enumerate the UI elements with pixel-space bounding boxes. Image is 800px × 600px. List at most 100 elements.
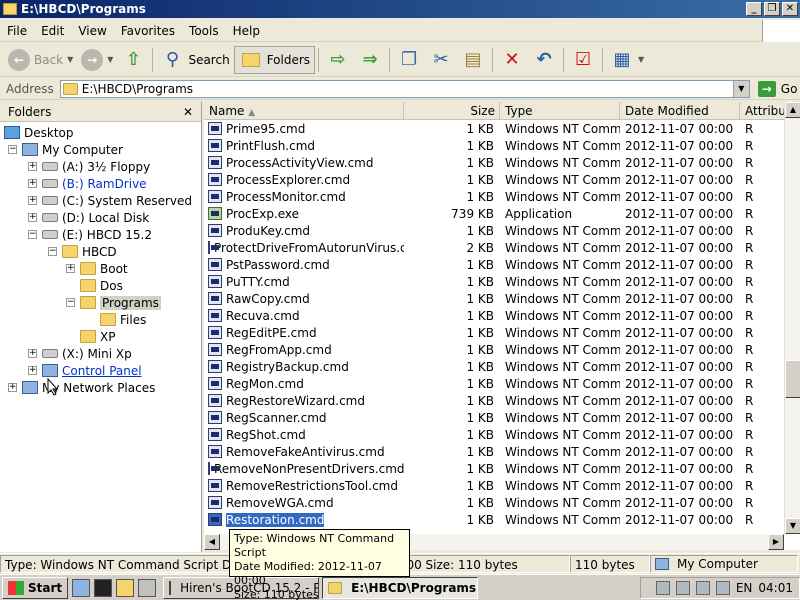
- column-header-name[interactable]: Name ▲: [204, 102, 404, 119]
- tree-node-control-panel[interactable]: + Control Panel: [28, 362, 142, 379]
- file-row[interactable]: ProcessMonitor.cmd 1 KB Windows NT Command…: [204, 188, 784, 205]
- folders-button[interactable]: Folders: [233, 45, 316, 74]
- tree-node-system-reserved[interactable]: + (C:) System Reserved: [28, 192, 192, 209]
- file-row[interactable]: ProcExp.exe 739 KB Application 2012-11-07 0…: [204, 205, 784, 222]
- file-row[interactable]: PrintFlush.cmd 1 KB Windows NT Command Scr…: [204, 137, 784, 154]
- file-row[interactable]: RegEditPE.cmd 1 KB Windows NT Command Scri…: [204, 324, 784, 341]
- start-button[interactable]: Start: [2, 576, 69, 599]
- move-to-button[interactable]: ⇨: [322, 46, 354, 74]
- up-folder-button[interactable]: ⇧: [117, 46, 149, 74]
- language-indicator[interactable]: EN: [736, 581, 753, 595]
- cut-button[interactable]: ✂: [425, 46, 457, 74]
- column-header-size[interactable]: Size: [404, 102, 500, 119]
- file-row[interactable]: RegistryBackup.cmd 1 KB Windows NT Command…: [204, 358, 784, 375]
- file-row[interactable]: RemoveRestrictionsTool.cmd 1 KB Windows NT…: [204, 477, 784, 494]
- expand-icon[interactable]: +: [28, 179, 37, 188]
- copy-to-button[interactable]: ⇒: [354, 46, 386, 74]
- properties-button[interactable]: ☑: [567, 46, 599, 74]
- close-pane-icon[interactable]: ✕: [183, 105, 193, 119]
- back-button[interactable]: ← Back ▼: [4, 46, 77, 74]
- file-row[interactable]: PstPassword.cmd 1 KB Windows NT Command Sc…: [204, 256, 784, 273]
- collapse-icon[interactable]: −: [28, 230, 37, 239]
- expand-icon[interactable]: +: [28, 213, 37, 222]
- vertical-scrollbar[interactable]: ▲ ▼: [784, 102, 800, 534]
- menu-tools[interactable]: Tools: [182, 24, 226, 38]
- collapse-icon[interactable]: −: [8, 145, 17, 154]
- file-row[interactable]: RemoveFakeAntivirus.cmd 1 KB Windows NT Co…: [204, 443, 784, 460]
- menu-file[interactable]: File: [0, 24, 34, 38]
- scroll-left-button[interactable]: ◀: [204, 534, 220, 550]
- expand-icon[interactable]: +: [28, 196, 37, 205]
- scroll-down-button[interactable]: ▼: [785, 518, 800, 534]
- maximize-button[interactable]: ❐: [764, 2, 780, 16]
- tree-node-my-computer[interactable]: − My Computer: [8, 141, 123, 158]
- file-row[interactable]: ProtectDriveFromAutorunVirus.cmd 2 KB Wind…: [204, 239, 784, 256]
- minimize-button[interactable]: _: [746, 2, 762, 16]
- file-row[interactable]: PuTTY.cmd 1 KB Windows NT Command Script 20…: [204, 273, 784, 290]
- close-button[interactable]: ✕: [782, 2, 798, 16]
- file-row[interactable]: RawCopy.cmd 1 KB Windows NT Command Script…: [204, 290, 784, 307]
- expand-icon[interactable]: +: [28, 349, 37, 358]
- tray-icon-4[interactable]: [715, 580, 730, 595]
- internet-explorer-icon[interactable]: [72, 578, 91, 597]
- file-row[interactable]: RemoveNonPresentDrivers.cmd 1 KB Windows N…: [204, 460, 784, 477]
- expand-icon[interactable]: +: [28, 366, 37, 375]
- tray-icon-3[interactable]: [695, 580, 710, 595]
- menu-view[interactable]: View: [71, 24, 113, 38]
- copy-button[interactable]: ❐: [393, 46, 425, 74]
- scroll-up-button[interactable]: ▲: [785, 102, 800, 118]
- collapse-icon[interactable]: −: [66, 298, 75, 307]
- paste-button[interactable]: ▤: [457, 46, 489, 74]
- delete-button[interactable]: ✕: [496, 46, 528, 74]
- explorer-icon[interactable]: [116, 578, 135, 597]
- tree-node-local-disk[interactable]: + (D:) Local Disk: [28, 209, 149, 226]
- views-button[interactable]: ▦ ▼: [606, 46, 648, 74]
- tree-node-ramdrive[interactable]: + (B:) RamDrive: [28, 175, 147, 192]
- search-button[interactable]: ⚲ Search: [156, 46, 233, 74]
- collapse-icon[interactable]: −: [48, 247, 57, 256]
- address-dropdown-button[interactable]: ▼: [732, 80, 749, 97]
- tree-node-xp[interactable]: XP: [66, 328, 115, 345]
- tree-node-programs[interactable]: − Programs: [66, 294, 161, 311]
- tree-node-desktop[interactable]: Desktop: [4, 124, 74, 141]
- file-row[interactable]: RegMon.cmd 1 KB Windows NT Command Script 2…: [204, 375, 784, 392]
- file-row[interactable]: Recuva.cmd 1 KB Windows NT Command Script 2…: [204, 307, 784, 324]
- file-row[interactable]: Restoration.cmd 1 KB Windows NT Command Sc…: [204, 511, 784, 528]
- tree-node-hbcd-drive[interactable]: − (E:) HBCD 15.2: [28, 226, 152, 243]
- scroll-thumb[interactable]: [785, 360, 800, 398]
- forward-button[interactable]: → ▼: [77, 46, 117, 74]
- address-field[interactable]: E:\HBCD\Programs ▼: [59, 79, 750, 98]
- tray-icon-2[interactable]: [675, 580, 690, 595]
- tree-node-floppy[interactable]: + (A:) 3½ Floppy: [28, 158, 150, 175]
- column-header-attributes[interactable]: Attributes: [740, 102, 784, 119]
- file-row[interactable]: ProcessExplorer.cmd 1 KB Windows NT Comman…: [204, 171, 784, 188]
- tree-node-files[interactable]: Files: [86, 311, 146, 328]
- scroll-right-button[interactable]: ▶: [768, 534, 784, 550]
- file-row[interactable]: ProduKey.cmd 1 KB Windows NT Command Scrip…: [204, 222, 784, 239]
- expand-icon[interactable]: +: [8, 383, 17, 392]
- column-header-type[interactable]: Type: [500, 102, 620, 119]
- tree-node-hbcd[interactable]: − HBCD: [48, 243, 117, 260]
- menu-help[interactable]: Help: [226, 24, 267, 38]
- file-row[interactable]: Prime95.cmd 1 KB Windows NT Command Script…: [204, 120, 784, 137]
- expand-icon[interactable]: +: [28, 162, 37, 171]
- menu-edit[interactable]: Edit: [34, 24, 71, 38]
- tree-node-dos[interactable]: Dos: [66, 277, 123, 294]
- file-row[interactable]: RegFromApp.cmd 1 KB Windows NT Command Scr…: [204, 341, 784, 358]
- tree-node-mini-xp[interactable]: + (X:) Mini Xp: [28, 345, 132, 362]
- desktop-show-icon[interactable]: [138, 578, 157, 597]
- tree-node-network-places[interactable]: + My Network Places: [8, 379, 155, 396]
- file-row[interactable]: RemoveWGA.cmd 1 KB Windows NT Command Scri…: [204, 494, 784, 511]
- go-button[interactable]: → Go: [757, 80, 797, 97]
- file-row[interactable]: ProcessActivityView.cmd 1 KB Windows NT Co…: [204, 154, 784, 171]
- address-value[interactable]: E:\HBCD\Programs: [82, 82, 733, 96]
- command-prompt-icon[interactable]: [94, 578, 113, 597]
- column-header-date[interactable]: Date Modified: [620, 102, 740, 119]
- tray-icon-1[interactable]: [655, 580, 670, 595]
- undo-button[interactable]: ↶: [528, 46, 560, 74]
- file-row[interactable]: RegScanner.cmd 1 KB Windows NT Command Scr…: [204, 409, 784, 426]
- tree-node-boot[interactable]: + Boot: [66, 260, 128, 277]
- file-row[interactable]: RegRestoreWizard.cmd 1 KB Windows NT Comma…: [204, 392, 784, 409]
- expand-icon[interactable]: +: [66, 264, 75, 273]
- menu-favorites[interactable]: Favorites: [114, 24, 182, 38]
